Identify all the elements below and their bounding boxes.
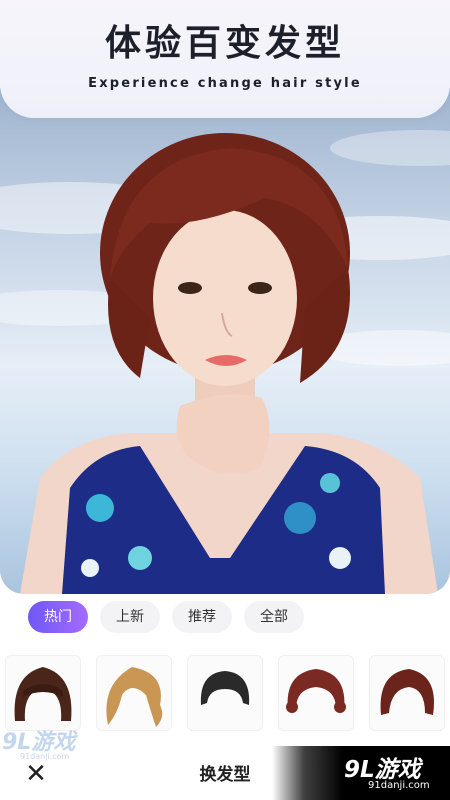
portrait-illustration xyxy=(0,130,450,594)
hairstyle-list xyxy=(5,655,445,731)
hairstyle-item-1[interactable] xyxy=(5,655,81,731)
bob-bangs-dark-brown-hair-icon xyxy=(14,667,72,721)
watermark-url: 91danji.com xyxy=(20,752,70,761)
tab-hot[interactable]: 热门 xyxy=(28,601,88,633)
curly-auburn-hair-icon xyxy=(286,669,346,713)
watermark-url: 91danji.com xyxy=(368,780,430,791)
short-black-hair-icon xyxy=(200,671,250,705)
hairstyle-item-4[interactable] xyxy=(278,655,354,731)
page-title: 体验百变发型 xyxy=(104,23,345,64)
tab-all[interactable]: 全部 xyxy=(244,601,304,633)
page-subtitle: Experience change hair style xyxy=(88,76,362,91)
portrait-preview xyxy=(0,88,450,594)
hairstyle-item-5[interactable] xyxy=(369,655,445,731)
header-card: 体验百变发型 Experience change hair style xyxy=(0,0,450,118)
tab-recommended[interactable]: 推荐 xyxy=(172,601,232,633)
hairstyle-item-3[interactable] xyxy=(187,655,263,731)
tab-new[interactable]: 上新 xyxy=(100,601,160,633)
hairstyle-item-2[interactable] xyxy=(96,655,172,731)
watermark-left: 9L游戏 91danji.com xyxy=(2,724,75,761)
category-tabs: 热门 上新 推荐 全部 xyxy=(28,601,304,633)
watermark-logo: 9L游戏 xyxy=(344,757,421,783)
watermark-right: 9L游戏 91danji.com xyxy=(272,746,450,800)
wavy-blonde-hair-icon xyxy=(106,667,163,727)
short-auburn-hair-icon xyxy=(380,669,434,715)
